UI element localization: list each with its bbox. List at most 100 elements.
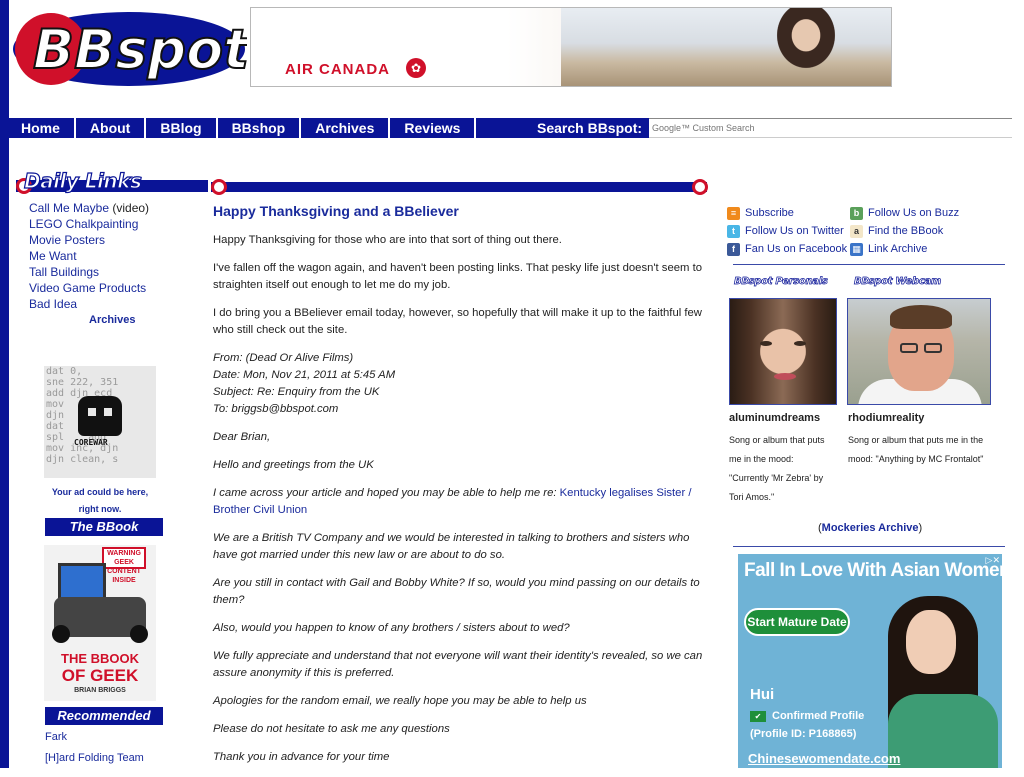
ad-confirmed-text: Confirmed Profile bbox=[772, 710, 865, 722]
ad-note-line1: Your ad could be here, bbox=[51, 487, 149, 497]
recommended-list: Fark [H]ard Folding Team bbox=[45, 727, 144, 769]
buzz-link[interactable]: b Follow Us on Buzz bbox=[850, 204, 959, 222]
maple-leaf-icon: ✿ bbox=[406, 58, 426, 78]
divider bbox=[733, 264, 1005, 265]
desc-line: "Currently 'Mr Zebra' by bbox=[729, 473, 824, 483]
desc-line: Tori Amos." bbox=[729, 492, 775, 502]
corewar-label: COREWAR bbox=[74, 438, 108, 447]
list-item: LEGO Chalkpainting bbox=[29, 216, 149, 232]
email-paragraph: Are you still in contact with Gail and B… bbox=[213, 577, 700, 606]
nav-about[interactable]: About bbox=[76, 118, 147, 138]
link-archive-link[interactable]: ▦ Link Archive bbox=[850, 240, 959, 258]
webcam-photo[interactable] bbox=[847, 298, 991, 405]
daily-links-title: Daily Links bbox=[23, 168, 142, 193]
bbook-cover-image[interactable]: WARNING GEEK CONTENT INSIDE THE BBOOK OF… bbox=[44, 545, 156, 701]
webcam-username[interactable]: rhodiumreality bbox=[848, 412, 924, 424]
nav-bbshop[interactable]: BBshop bbox=[218, 118, 302, 138]
list-item: Call Me Maybe (video) bbox=[29, 200, 149, 216]
robot-icon bbox=[78, 396, 122, 436]
personals-photo[interactable] bbox=[729, 298, 837, 405]
daily-link[interactable]: Bad Idea bbox=[29, 297, 77, 311]
recommended-link[interactable]: Fark bbox=[45, 731, 67, 743]
recommended-link[interactable]: [H]ard Folding Team bbox=[45, 752, 144, 764]
list-item: Movie Posters bbox=[29, 232, 149, 248]
check-icon: ✔ bbox=[750, 711, 766, 722]
desc-line: me in the mood: bbox=[729, 454, 794, 464]
nav-archives[interactable]: Archives bbox=[301, 118, 391, 138]
list-item: Fark bbox=[45, 727, 144, 748]
list-item: Me Want bbox=[29, 248, 149, 264]
subscribe-link[interactable]: ≡ Subscribe bbox=[727, 204, 847, 222]
post-title[interactable]: Happy Thanksgiving and a BBeliever bbox=[213, 203, 459, 219]
personals-username[interactable]: aluminumdreams bbox=[729, 412, 820, 424]
nav-bblog[interactable]: BBlog bbox=[146, 118, 218, 138]
email-paragraph: We fully appreciate and understand that … bbox=[213, 650, 703, 679]
robot-eye bbox=[104, 408, 112, 416]
buzz-icon: b bbox=[850, 206, 863, 220]
email-from: From: (Dead Or Alive Films) bbox=[213, 352, 354, 364]
archive-icon: ▦ bbox=[850, 242, 863, 256]
post-bar-dot-right bbox=[692, 179, 708, 195]
email-header: From: (Dead Or Alive Films) Date: Mon, N… bbox=[213, 350, 711, 418]
daily-link[interactable]: Me Want bbox=[29, 249, 77, 263]
subscribe-label[interactable]: Subscribe bbox=[745, 204, 794, 222]
mockeries-archive-link[interactable]: Mockeries Archive bbox=[822, 522, 919, 534]
ad-domain-link[interactable]: Chinesewomendate.com bbox=[748, 751, 900, 766]
facebook-label[interactable]: Fan Us on Facebook bbox=[745, 240, 847, 258]
email-date: Date: Mon, Nov 21, 2011 at 5:45 AM bbox=[213, 369, 396, 381]
twitter-link[interactable]: t Follow Us on Twitter bbox=[727, 222, 847, 240]
facebook-link[interactable]: f Fan Us on Facebook bbox=[727, 240, 847, 258]
email-paragraph: We are a British TV Company and we would… bbox=[213, 532, 690, 561]
bbook-title-top: THE BBOOK bbox=[61, 651, 139, 666]
ad-photo-detail bbox=[906, 610, 956, 674]
email-subject: Subject: Re: Enquiry from the UK bbox=[213, 386, 380, 398]
dating-ad[interactable]: Fall In Love With Asian Women ▷✕ Start M… bbox=[738, 554, 1002, 768]
find-bbook-label[interactable]: Find the BBook bbox=[868, 222, 943, 240]
ad-person-image bbox=[761, 8, 851, 86]
email-paragraph: Dear Brian, bbox=[213, 431, 271, 443]
email-to: To: briggsb@bbspot.com bbox=[213, 403, 339, 415]
daily-link[interactable]: Tall Buildings bbox=[29, 265, 99, 279]
daily-link[interactable]: LEGO Chalkpainting bbox=[29, 217, 138, 231]
ad-profile-id: (Profile ID: P168865) bbox=[750, 728, 857, 740]
photo-detail bbox=[760, 341, 772, 346]
post-header-bar bbox=[211, 182, 707, 192]
search-input[interactable] bbox=[649, 118, 1012, 138]
email-paragraph: Please do not hesitate to ask me any que… bbox=[213, 723, 450, 735]
desc-line: Song or album that puts bbox=[729, 435, 825, 445]
buzz-label[interactable]: Follow Us on Buzz bbox=[868, 204, 959, 222]
ad-choices-icon[interactable]: ▷✕ bbox=[986, 555, 1000, 566]
photo-detail bbox=[774, 373, 796, 380]
twitter-icon: t bbox=[727, 224, 740, 238]
search-label: Search BBspot: bbox=[537, 120, 643, 136]
twitter-label[interactable]: Follow Us on Twitter bbox=[745, 222, 844, 240]
bbspot-logo[interactable]: BBspot bbox=[11, 10, 247, 88]
corewar-ad[interactable]: dat 0, sne 222, 351 add djn ecd mov cal … bbox=[44, 366, 156, 478]
ad-photo-detail bbox=[888, 694, 998, 768]
recommended-header: Recommended bbox=[45, 707, 163, 725]
email-paragraph: Thank you in advance for your time bbox=[213, 751, 390, 763]
list-item: Video Game Products bbox=[29, 280, 149, 296]
email-text: I came across your article and hoped you… bbox=[213, 487, 560, 499]
find-bbook-link[interactable]: a Find the BBook bbox=[850, 222, 959, 240]
daily-link[interactable]: Call Me Maybe bbox=[29, 201, 109, 215]
daily-links-archives-link[interactable]: Archives bbox=[89, 314, 135, 326]
robot-eye bbox=[88, 408, 96, 416]
email-paragraph: Also, would you happen to know of any br… bbox=[213, 622, 570, 634]
ad-start-button[interactable]: Start Mature Date bbox=[744, 608, 850, 636]
social-links-col1: ≡ Subscribe t Follow Us on Twitter f Fan Us… bbox=[727, 204, 847, 258]
ad-title: Fall In Love With Asian Women bbox=[744, 560, 1002, 581]
ad-placeholder-note[interactable]: Your ad could be here, right now. bbox=[44, 484, 156, 518]
personals-header: BBspot Personals bbox=[734, 276, 829, 288]
daily-link[interactable]: Movie Posters bbox=[29, 233, 105, 247]
daily-link[interactable]: Video Game Products bbox=[29, 281, 146, 295]
link-archive-label[interactable]: Link Archive bbox=[868, 240, 927, 258]
nav-reviews[interactable]: Reviews bbox=[390, 118, 477, 138]
left-edge-bar bbox=[0, 0, 9, 768]
logo-text: BBspot bbox=[33, 18, 247, 81]
wheel-icon bbox=[52, 625, 70, 643]
nav-home[interactable]: Home bbox=[9, 118, 76, 138]
photo-detail bbox=[924, 343, 942, 353]
post-body: Happy Thanksgiving for those who are int… bbox=[213, 232, 711, 777]
top-ad-banner[interactable]: AIR CANADA ✿ bbox=[250, 7, 892, 87]
